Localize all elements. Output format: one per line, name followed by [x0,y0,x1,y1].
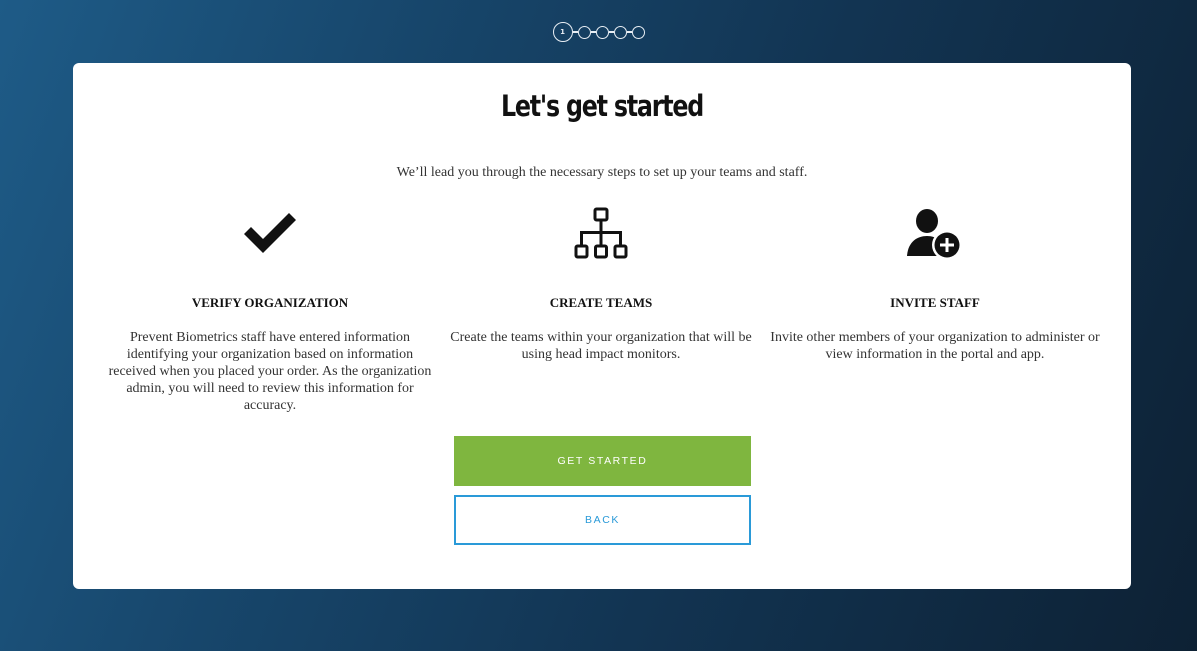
feature-heading: INVITE STAFF [890,295,980,310]
step-connector [626,31,632,33]
onboarding-card: Let's get started We’ll lead you through… [73,63,1131,589]
feature-verify-organization: VERIFY ORGANIZATION Prevent Biometrics s… [105,203,435,414]
feature-description: Create the teams within your organizatio… [450,330,752,362]
feature-description: Prevent Biometrics staff have entered in… [108,330,432,413]
get-started-button[interactable]: GET STARTED [454,436,751,486]
feature-create-teams: CREATE TEAMS Create the teams within you… [436,203,766,363]
add-user-icon [770,203,1100,265]
feature-invite-staff: INVITE STAFF Invite other members of you… [770,203,1100,363]
checkmark-icon [105,203,435,265]
page-title: Let's get started [500,89,704,123]
step-indicator [631,25,645,39]
feature-heading: VERIFY ORGANIZATION [191,295,349,310]
feature-heading: CREATE TEAMS [549,295,653,310]
step-connector [572,31,578,33]
org-chart-icon [436,203,766,265]
step-indicator [613,25,627,39]
step-connector [608,31,614,33]
step-indicator-current: 1 [552,22,573,42]
progress-stepper: 1 [0,20,1197,44]
back-button[interactable]: BACK [454,495,751,545]
page-subtitle: We’ll lead you through the necessary ste… [396,165,808,180]
step-connector [590,31,596,33]
step-indicator [577,25,591,39]
step-number: 1 [560,28,565,36]
feature-description: Invite other members of your organizatio… [770,330,1100,362]
step-indicator [595,25,609,39]
